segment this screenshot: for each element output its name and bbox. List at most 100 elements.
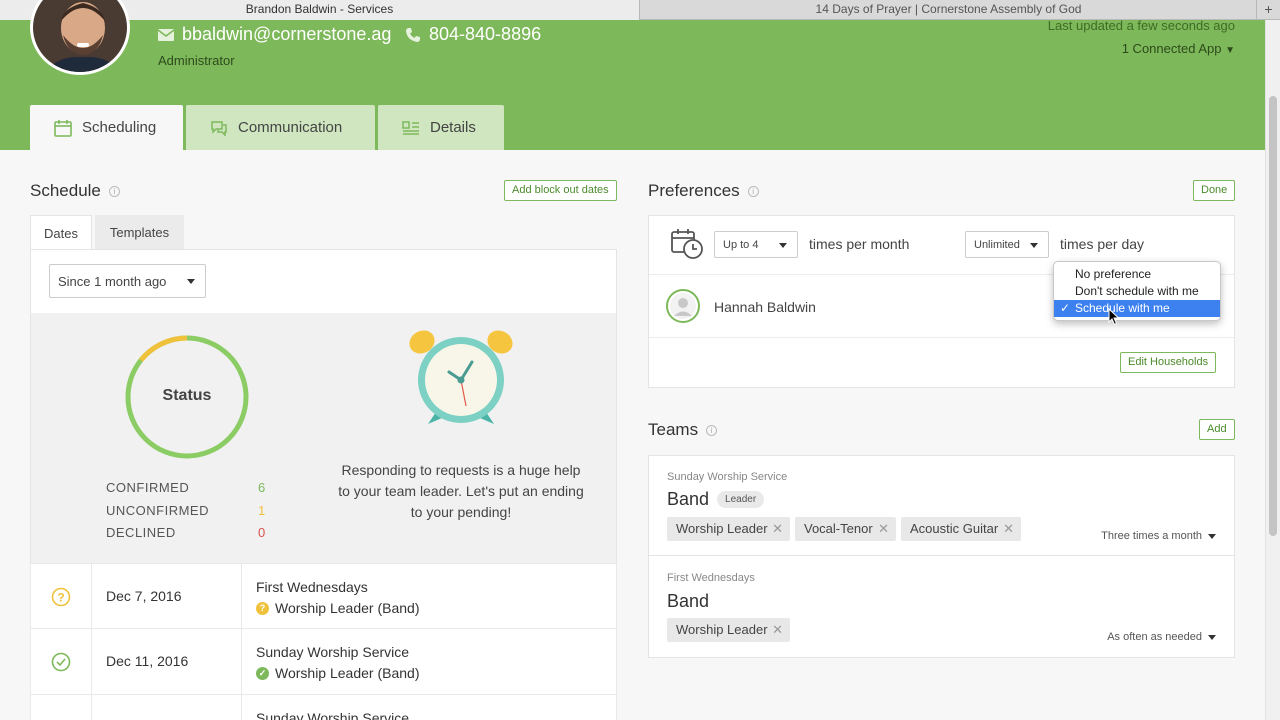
request-service: First Wednesdays xyxy=(256,579,368,595)
date-range-select[interactable]: Since 1 month ago xyxy=(49,264,206,298)
status-label: Status xyxy=(162,387,212,404)
info-icon[interactable]: i xyxy=(706,424,718,436)
remove-icon[interactable]: ✕ xyxy=(772,618,783,642)
frequency-dropdown[interactable]: Three times a month xyxy=(1101,530,1216,542)
question-circle-icon[interactable]: ? xyxy=(51,587,71,607)
add-block-out-dates-button[interactable]: Add block out dates xyxy=(504,180,617,201)
scrollbar-thumb[interactable] xyxy=(1269,96,1277,536)
connected-apps-dropdown[interactable]: 1 Connected App ▼ xyxy=(1122,41,1235,56)
request-date: Dec 11, 2016 xyxy=(92,629,242,694)
checkmark-icon: ✓ xyxy=(1060,301,1071,315)
position-chip-label: Vocal-Tenor xyxy=(804,521,873,536)
page-scrollbar[interactable] xyxy=(1265,20,1280,720)
household-member-name: Hannah Baldwin xyxy=(714,299,816,315)
team-service-name: First Wednesdays xyxy=(667,572,755,584)
info-icon[interactable]: i xyxy=(108,185,120,197)
position-chip: Worship Leader ✕ xyxy=(667,517,790,541)
team-card: First Wednesdays Band Worship Leader ✕ A… xyxy=(648,555,1235,658)
stat-label-confirmed: CONFIRMED xyxy=(106,480,190,495)
stat-value-unconfirmed: 1 xyxy=(258,503,266,518)
done-button[interactable]: Done xyxy=(1193,180,1236,201)
times-per-day-label: times per day xyxy=(1060,236,1145,252)
team-card: Sunday Worship Service Band Leader Worsh… xyxy=(648,455,1235,556)
new-tab-button[interactable]: + xyxy=(1256,0,1280,20)
frequency-label: As often as needed xyxy=(1107,631,1202,643)
donut-segment-unconfirmed xyxy=(138,335,188,362)
position-chip-label: Worship Leader xyxy=(676,521,768,536)
frequency-dropdown[interactable]: As often as needed xyxy=(1107,631,1216,643)
team-name-text: Band xyxy=(667,591,710,611)
phone-icon xyxy=(406,27,420,42)
option-label: Don't schedule with me xyxy=(1075,284,1199,298)
request-status-cell: ? xyxy=(31,564,92,629)
request-date: Dec 7, 2016 xyxy=(92,564,242,629)
position-chip: Acoustic Guitar ✕ xyxy=(901,517,1021,541)
option-label: Schedule with me xyxy=(1075,301,1170,315)
remove-icon[interactable]: ✕ xyxy=(878,517,889,541)
stat-label-unconfirmed: UNCONFIRMED xyxy=(106,503,209,518)
tab-details[interactable]: Details xyxy=(378,105,504,150)
profile-header: bbaldwin@cornerstone.ag 804-840-8896 Adm… xyxy=(0,0,1265,150)
position-chip-label: Worship Leader xyxy=(676,622,768,637)
calendar-icon xyxy=(54,119,72,137)
mouse-cursor-icon xyxy=(1108,308,1120,326)
frequency-label: Three times a month xyxy=(1101,530,1202,542)
leader-badge: Leader xyxy=(717,491,765,508)
person-icon xyxy=(666,289,700,323)
stat-label-declined: DECLINED xyxy=(106,525,176,540)
tab-details-label: Details xyxy=(430,119,476,136)
times-per-month-select[interactable]: Up to 4 xyxy=(714,231,798,258)
browser-tab-bar: Brandon Baldwin - Services 14 Days of Pr… xyxy=(0,0,1280,20)
info-icon[interactable]: i xyxy=(747,185,759,197)
request-status-cell xyxy=(31,629,92,694)
request-date xyxy=(92,695,242,720)
stat-value-declined: 0 xyxy=(258,525,266,540)
times-per-month-value: Up to 4 xyxy=(723,238,759,251)
caret-down-icon xyxy=(187,279,195,284)
tab-communication[interactable]: Communication xyxy=(186,105,375,150)
teams-title: Teams i xyxy=(648,420,718,440)
tab-communication-label: Communication xyxy=(238,119,343,136)
team-name: Band Leader xyxy=(667,489,765,510)
edit-households-button[interactable]: Edit Households xyxy=(1120,352,1217,373)
check-circle-icon[interactable] xyxy=(51,652,71,672)
household-preference-dropdown[interactable]: No preference Don't schedule with me ✓ S… xyxy=(1053,261,1221,321)
pending-help-text: Responding to requests is a huge help to… xyxy=(338,462,584,520)
request-position-text: Worship Leader (Band) xyxy=(275,600,420,616)
caret-down-icon: ▼ xyxy=(1225,45,1235,56)
browser-tab-prayer[interactable]: 14 Days of Prayer | Cornerstone Assembly… xyxy=(641,0,1256,20)
option-no-preference[interactable]: No preference xyxy=(1054,266,1220,283)
request-row[interactable]: Dec 11, 2016 Sunday Worship Service ✓ Wo… xyxy=(30,629,617,695)
request-service: Sunday Worship Service xyxy=(256,710,410,720)
team-name: Band xyxy=(667,591,709,612)
schedule-title-text: Schedule xyxy=(30,181,101,200)
phone-link[interactable]: 804-840-8896 xyxy=(405,24,541,45)
calendar-clock-icon xyxy=(671,229,703,259)
times-per-day-select[interactable]: Unlimited xyxy=(965,231,1049,258)
email-link[interactable]: bbaldwin@cornerstone.ag xyxy=(158,24,391,45)
position-chip: Vocal-Tenor ✕ xyxy=(795,517,896,541)
tab-dates[interactable]: Dates xyxy=(30,215,92,250)
times-per-month-label: times per month xyxy=(809,236,910,252)
details-icon xyxy=(402,120,419,135)
alarm-clock-icon xyxy=(409,330,513,424)
option-dont-schedule-with-me[interactable]: Don't schedule with me xyxy=(1054,283,1220,300)
remove-icon[interactable]: ✕ xyxy=(772,517,783,541)
unconfirmed-dot-icon: ? xyxy=(256,601,269,615)
request-position: ? Worship Leader (Band) xyxy=(256,600,419,616)
request-row[interactable]: ? Dec 7, 2016 First Wednesdays ? Worship… xyxy=(30,563,617,629)
request-status-cell xyxy=(31,695,92,720)
tab-templates[interactable]: Templates xyxy=(95,215,184,250)
request-row[interactable]: Sunday Worship Service xyxy=(30,695,617,720)
preferences-title-text: Preferences xyxy=(648,181,740,200)
option-schedule-with-me[interactable]: ✓ Schedule with me xyxy=(1054,300,1220,317)
divider xyxy=(649,337,1234,338)
remove-icon[interactable]: ✕ xyxy=(1003,517,1014,541)
stat-value-confirmed: 6 xyxy=(258,480,266,495)
tab-scheduling-label: Scheduling xyxy=(82,119,157,136)
add-team-button[interactable]: Add xyxy=(1199,419,1235,440)
tab-scheduling[interactable]: Scheduling xyxy=(30,105,183,150)
position-chip-label: Acoustic Guitar xyxy=(910,521,999,536)
caret-down-icon xyxy=(1208,533,1216,539)
option-label: No preference xyxy=(1075,267,1152,281)
